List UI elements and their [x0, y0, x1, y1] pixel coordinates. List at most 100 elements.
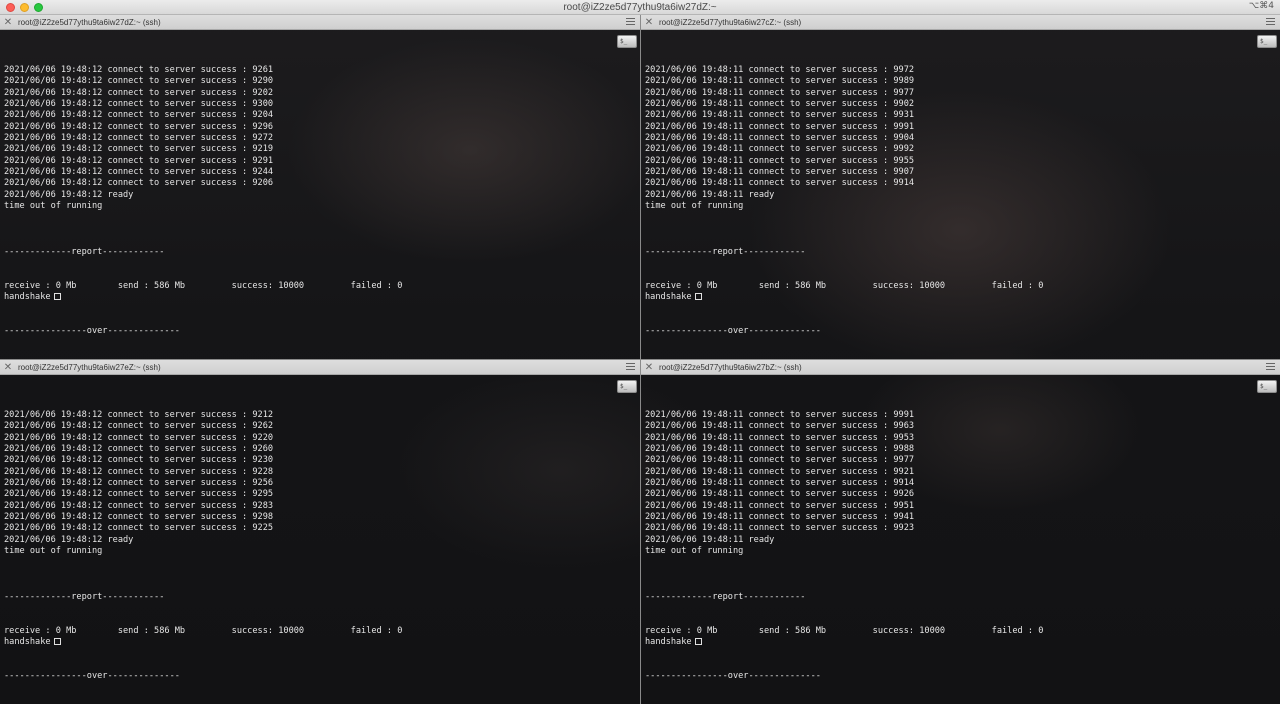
pane-title: root@iZ2ze5d77ythu9ta6iw27dZ:~ (ssh): [18, 17, 161, 27]
window-controls: [6, 3, 43, 12]
terminal-line: time out of running: [4, 546, 103, 557]
terminal-line: 2021/06/06 19:48:11 connect to server su…: [645, 144, 915, 155]
terminal-line: 2021/06/06 19:48:11 connect to server su…: [645, 99, 915, 110]
terminal-output[interactable]: $_ 2021/06/06 19:48:11 connect to server…: [641, 375, 1280, 704]
terminal-status-icon: $_: [1257, 380, 1277, 393]
terminal-line: 2021/06/06 19:48:12 connect to server su…: [4, 500, 274, 511]
terminal-line: -------------report------------: [645, 591, 806, 602]
terminal-line: handshake: [645, 637, 1280, 648]
pane-tab-bar[interactable]: ✕ root@iZ2ze5d77ythu9ta6iw27bZ:~ (ssh): [641, 360, 1280, 375]
pane-title: root@iZ2ze5d77ythu9ta6iw27cZ:~ (ssh): [659, 17, 802, 27]
terminal-line: 2021/06/06 19:48:12 connect to server su…: [4, 489, 274, 500]
terminal-line: -------------report------------: [645, 246, 806, 257]
unprintable-char-icon: [694, 637, 702, 645]
terminal-line: 2021/06/06 19:48:12 connect to server su…: [4, 178, 274, 189]
terminal-output[interactable]: $_ 2021/06/06 19:48:12 connect to server…: [0, 375, 640, 704]
terminal-line: 2021/06/06 19:48:12 connect to server su…: [4, 87, 274, 98]
terminal-line: 2021/06/06 19:48:12 connect to server su…: [4, 455, 274, 466]
terminal-line: handshake: [4, 292, 640, 303]
terminal-line: 2021/06/06 19:48:11 connect to server su…: [645, 444, 915, 455]
terminal-line: 2021/06/06 19:48:11 connect to server su…: [645, 87, 915, 98]
terminal-line: 2021/06/06 19:48:11 connect to server su…: [645, 455, 915, 466]
terminal-line: 2021/06/06 19:48:12 connect to server su…: [4, 133, 274, 144]
terminal-line: 2021/06/06 19:48:12 connect to server su…: [4, 155, 274, 166]
terminal-line: 2021/06/06 19:48:11 connect to server su…: [645, 155, 915, 166]
terminal-output[interactable]: $_ 2021/06/06 19:48:11 connect to server…: [641, 30, 1280, 359]
terminal-line: ----------------over--------------: [645, 670, 821, 681]
pane-title: root@iZ2ze5d77ythu9ta6iw27eZ:~ (ssh): [18, 362, 161, 372]
terminal-pane-top-right[interactable]: ✕ root@iZ2ze5d77ythu9ta6iw27cZ:~ (ssh) $…: [641, 15, 1280, 359]
terminal-line: 2021/06/06 19:48:11 connect to server su…: [645, 500, 915, 511]
terminal-line: 2021/06/06 19:48:11 connect to server su…: [645, 466, 915, 477]
pane-tab-bar[interactable]: ✕ root@iZ2ze5d77ythu9ta6iw27eZ:~ (ssh): [0, 360, 640, 375]
terminal-pane-bottom-right[interactable]: ✕ root@iZ2ze5d77ythu9ta6iw27bZ:~ (ssh) $…: [641, 360, 1280, 704]
terminal-line: time out of running: [4, 201, 103, 212]
terminal-line: handshake: [4, 637, 640, 648]
terminal-line: 2021/06/06 19:48:12 connect to server su…: [4, 99, 274, 110]
terminal-line: 2021/06/06 19:48:12 connect to server su…: [4, 512, 274, 523]
terminal-line: 2021/06/06 19:48:11 connect to server su…: [645, 421, 915, 432]
pane-tab-bar[interactable]: ✕ root@iZ2ze5d77ythu9ta6iw27dZ:~ (ssh): [0, 15, 640, 30]
terminal-line: ----------------over--------------: [4, 670, 180, 681]
terminal-line: -------------report------------: [4, 591, 165, 602]
terminal-line: 2021/06/06 19:48:12 connect to server su…: [4, 466, 274, 477]
terminal-pane-top-left[interactable]: ✕ root@iZ2ze5d77ythu9ta6iw27dZ:~ (ssh) $…: [0, 15, 640, 359]
horizontal-split-divider[interactable]: [0, 359, 1280, 360]
zoom-window-button[interactable]: [34, 3, 43, 12]
terminal-line: 2021/06/06 19:48:11 connect to server su…: [645, 523, 915, 534]
pane-menu-icon[interactable]: [626, 17, 635, 26]
close-pane-icon[interactable]: ✕: [641, 17, 657, 28]
terminal-pane-bottom-left[interactable]: ✕ root@iZ2ze5d77ythu9ta6iw27eZ:~ (ssh) $…: [0, 360, 640, 704]
close-pane-icon[interactable]: ✕: [641, 362, 657, 373]
close-window-button[interactable]: [6, 3, 15, 12]
terminal-line: receive : 0 Mb send : 586 Mb success: 10…: [4, 625, 403, 636]
window-titlebar[interactable]: root@iZ2ze5d77ythu9ta6iw27dZ:~ ⌥⌘4: [0, 0, 1280, 15]
terminal-line: -------------report------------: [4, 246, 165, 257]
terminal-line: 2021/06/06 19:48:11 connect to server su…: [645, 110, 915, 121]
terminal-line: 2021/06/06 19:48:12 connect to server su…: [4, 144, 274, 155]
terminal-status-icon: $_: [1257, 35, 1277, 48]
terminal-output[interactable]: $_ 2021/06/06 19:48:12 connect to server…: [0, 30, 640, 359]
terminal-line: 2021/06/06 19:48:11 connect to server su…: [645, 512, 915, 523]
terminal-line: handshake: [645, 292, 1280, 303]
pane-tab-bar[interactable]: ✕ root@iZ2ze5d77ythu9ta6iw27cZ:~ (ssh): [641, 15, 1280, 30]
pane-menu-icon[interactable]: [626, 362, 635, 371]
pane-menu-icon[interactable]: [1266, 362, 1275, 371]
unprintable-char-icon: [53, 637, 61, 645]
terminal-line: time out of running: [645, 201, 744, 212]
terminal-line: receive : 0 Mb send : 586 Mb success: 10…: [645, 280, 1044, 291]
terminal-line: 2021/06/06 19:48:12 connect to server su…: [4, 76, 274, 87]
terminal-line: ----------------over--------------: [645, 325, 821, 336]
terminal-line: 2021/06/06 19:48:12 connect to server su…: [4, 110, 274, 121]
close-pane-icon[interactable]: ✕: [0, 17, 16, 28]
minimize-window-button[interactable]: [20, 3, 29, 12]
pane-menu-icon[interactable]: [1266, 17, 1275, 26]
terminal-line: receive : 0 Mb send : 586 Mb success: 10…: [645, 625, 1044, 636]
terminal-line: receive : 0 Mb send : 586 Mb success: 10…: [4, 280, 403, 291]
close-pane-icon[interactable]: ✕: [0, 362, 16, 373]
terminal-line: 2021/06/06 19:48:11 connect to server su…: [645, 432, 915, 443]
pane-title: root@iZ2ze5d77ythu9ta6iw27bZ:~ (ssh): [659, 362, 802, 372]
window-title: root@iZ2ze5d77ythu9ta6iw27dZ:~: [563, 1, 717, 13]
